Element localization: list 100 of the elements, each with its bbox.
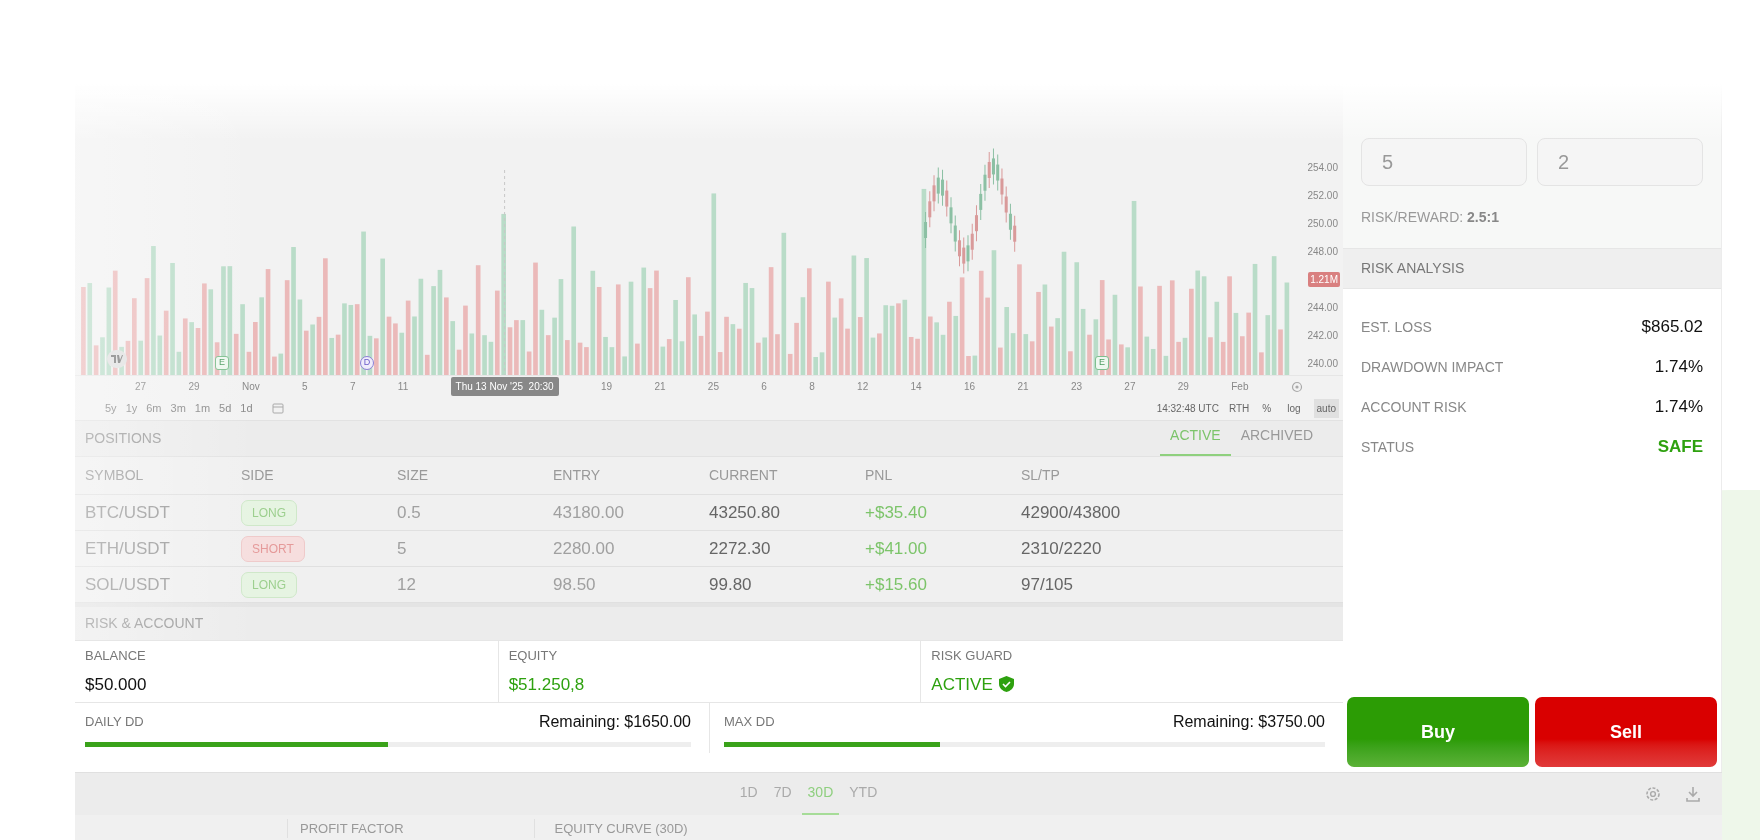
price-tick: 244.00 xyxy=(1306,301,1339,315)
range-button[interactable]: 3m xyxy=(170,399,186,417)
sell-button[interactable]: Sell xyxy=(1535,697,1717,767)
download-icon[interactable] xyxy=(1684,785,1702,803)
settings-icon[interactable] xyxy=(1290,380,1303,393)
settings-icon[interactable] xyxy=(1644,785,1662,803)
date-tick: 29 xyxy=(188,380,200,394)
table-cell-text: ETH/USDT xyxy=(85,537,171,560)
price-tick: 252.00 xyxy=(1306,189,1339,203)
metric-label: STATUS xyxy=(1361,437,1415,457)
table-cell-text: +$15.60 xyxy=(865,573,928,596)
table-cell-text: 2310/2220 xyxy=(1021,537,1103,560)
date-tick: 27 xyxy=(135,380,147,394)
stat-label: BALANCE xyxy=(85,647,147,665)
scale-option[interactable]: auto xyxy=(1313,398,1339,418)
date-tick: 29 xyxy=(1177,380,1189,394)
column-header: SIDE xyxy=(241,466,275,485)
date-tick: 8 xyxy=(809,380,815,394)
date-tick: Nov xyxy=(241,380,260,394)
range-button[interactable]: 1d xyxy=(240,399,253,417)
date-tick: 5 xyxy=(302,380,308,394)
period-tab[interactable]: 7D xyxy=(767,782,798,815)
column-header: SYMBOL xyxy=(85,466,145,485)
price-tick: 248.00 xyxy=(1306,245,1339,259)
range-button[interactable]: 1y xyxy=(125,399,138,417)
drawdown-label: MAX DD xyxy=(724,712,775,731)
table-cell-text: 43180.00 xyxy=(553,501,625,524)
column-header: PNL xyxy=(865,466,894,485)
input-field[interactable]: 2 xyxy=(1537,138,1703,186)
date-tick: Feb xyxy=(1231,380,1249,394)
date-tick: 6 xyxy=(761,380,767,394)
session-button[interactable]: RTH xyxy=(1228,400,1250,416)
table-cell-text: 0.5 xyxy=(397,501,422,524)
scale-option[interactable]: log xyxy=(1284,398,1304,418)
metric-value: 1.74% xyxy=(1654,396,1703,419)
chart-event-marker[interactable]: D xyxy=(360,356,374,370)
logo-icon xyxy=(107,350,127,368)
buy-button[interactable]: Buy xyxy=(1347,697,1529,767)
range-button[interactable]: 6m xyxy=(146,399,162,417)
date-tick: 27 xyxy=(1124,380,1136,394)
side-badge: LONG xyxy=(241,500,297,526)
date-tick: 12 xyxy=(857,380,869,394)
table-cell-text: 42900/43800 xyxy=(1021,501,1122,524)
section-title: POSITIONS xyxy=(85,429,162,448)
table-cell-text: 43250.80 xyxy=(709,501,781,524)
table-cell-text: 98.50 xyxy=(553,573,597,596)
clock-time: 14:32:48 UTC xyxy=(1156,401,1219,416)
positions-tab[interactable]: ARCHIVED xyxy=(1230,425,1323,456)
metric-label: EST. LOSS xyxy=(1361,317,1432,337)
date-tick: 16 xyxy=(964,380,976,394)
table-cell-text: 99.80 xyxy=(709,573,753,596)
date-tick: 25 xyxy=(707,380,719,394)
price-tick: 254.00 xyxy=(1306,161,1339,175)
table-cell-text: 2272.30 xyxy=(709,537,772,560)
period-tab[interactable]: YTD xyxy=(843,782,884,815)
side-badge: LONG xyxy=(241,572,297,598)
table-cell-text: 97/105 xyxy=(1021,573,1074,596)
stat-header: EQUITY CURVE (30D) xyxy=(533,818,688,838)
metric-label: ACCOUNT RISK xyxy=(1361,397,1467,417)
date-tick: 11 xyxy=(397,380,409,394)
input-field[interactable]: 5 xyxy=(1361,138,1527,186)
date-tick: 21 xyxy=(1017,380,1029,394)
table-cell-text: +$35.40 xyxy=(865,501,928,524)
column-header: SL/TP xyxy=(1021,466,1061,485)
scale-option[interactable]: % xyxy=(1259,398,1275,418)
table-cell-text: 5 xyxy=(397,537,408,560)
side-badge: SHORT xyxy=(241,536,305,562)
table-cell-text: +$41.00 xyxy=(865,537,928,560)
shield-check-icon xyxy=(998,676,1014,693)
metric-value: SAFE xyxy=(1657,436,1703,459)
metric-label: DRAWDOWN IMPACT xyxy=(1361,357,1504,377)
column-header: ENTRY xyxy=(553,466,602,485)
risk-reward-ratio: RISK/REWARD: 2.5:1 xyxy=(1361,207,1499,227)
price-tick: 250.00 xyxy=(1306,217,1339,231)
period-tab[interactable]: 1D xyxy=(733,782,764,815)
stat-value: $51.250,8 xyxy=(508,673,585,696)
stat-label: RISK GUARD xyxy=(931,647,1014,665)
price-tick: 240.00 xyxy=(1306,357,1339,371)
table-cell-text: 12 xyxy=(397,573,417,596)
remaining-amount: Remaining: $3750.00 xyxy=(1172,711,1325,732)
date-tick: 14 xyxy=(910,380,922,394)
table-cell-text: BTC/USDT xyxy=(85,501,171,524)
chart-event-marker[interactable]: E xyxy=(1095,356,1109,370)
calendar-icon[interactable] xyxy=(271,402,284,414)
range-button[interactable]: 1m xyxy=(194,399,211,417)
range-button[interactable]: 5y xyxy=(105,399,117,417)
section-title: RISK ANALYSIS xyxy=(1361,259,1465,278)
crosshair-date-label: Thu 13 Nov '25 20:30 xyxy=(450,377,559,396)
price-tick: 1.21M xyxy=(1308,272,1340,287)
range-button[interactable]: 5d xyxy=(219,399,232,417)
date-tick: 7 xyxy=(349,380,356,394)
date-tick: 23 xyxy=(1070,380,1083,394)
stat-value: $50.000 xyxy=(85,673,147,696)
stat-value: ACTIVE xyxy=(931,673,993,696)
drawdown-label: DAILY DD xyxy=(85,712,144,731)
stat-label: EQUITY xyxy=(508,647,559,665)
column-header: CURRENT xyxy=(709,466,779,485)
table-cell-text: SOL/USDT xyxy=(85,573,172,596)
chart-event-marker[interactable]: E xyxy=(215,356,229,370)
metric-value: $865.02 xyxy=(1641,316,1703,339)
